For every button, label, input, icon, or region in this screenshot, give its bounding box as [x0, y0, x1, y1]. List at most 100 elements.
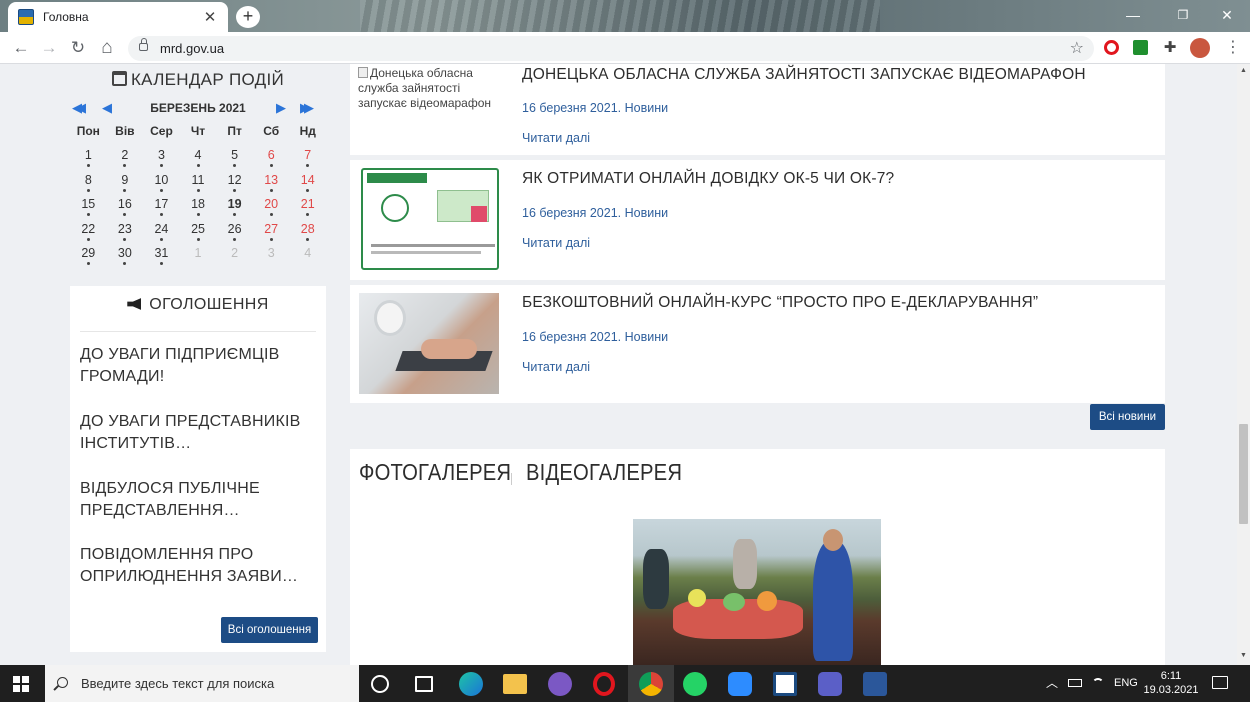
- opera-taskbar-icon[interactable]: [593, 672, 615, 696]
- profile-avatar[interactable]: [1190, 38, 1210, 58]
- calendar-day[interactable]: 27: [253, 222, 290, 246]
- calendar-day[interactable]: 4: [180, 148, 217, 172]
- calendar-day[interactable]: 7: [289, 148, 326, 172]
- calendar-day[interactable]: 9: [107, 173, 144, 197]
- reload-button[interactable]: ↻: [67, 37, 89, 59]
- document-app-icon[interactable]: [773, 672, 797, 696]
- calendar-day[interactable]: 24: [143, 222, 180, 246]
- back-button[interactable]: ←: [10, 37, 32, 59]
- minimize-button[interactable]: —: [1110, 4, 1156, 26]
- calendar-day: 2: [231, 245, 239, 260]
- window-close-button[interactable]: ✕: [1204, 4, 1250, 26]
- taskbar-search-box[interactable]: Введите здесь текст для поиска: [45, 665, 359, 702]
- calendar-day[interactable]: 25: [180, 222, 217, 246]
- tab-title: Головна: [43, 10, 89, 24]
- calendar-day[interactable]: 6: [253, 148, 290, 172]
- calendar-day[interactable]: 30: [107, 246, 144, 270]
- puzzle-icon[interactable]: ✚: [1161, 39, 1179, 57]
- scrollbar-thumb[interactable]: [1239, 424, 1248, 524]
- all-news-button[interactable]: Всі новини: [1090, 404, 1165, 430]
- calendar-day[interactable]: 14: [289, 173, 326, 197]
- read-more-link[interactable]: Читати далі: [522, 236, 590, 250]
- file-explorer-icon[interactable]: [503, 674, 527, 694]
- announcement-link[interactable]: ДО УВАГИ ПІДПРИЄМЦІВ ГРОМАДИ!: [80, 344, 316, 388]
- tab-video-gallery[interactable]: ВІДЕОГАЛЕРЕЯ: [526, 459, 682, 486]
- weekday-label: Сб: [263, 124, 280, 138]
- whatsapp-icon[interactable]: [683, 672, 707, 696]
- new-tab-button[interactable]: +: [236, 6, 260, 28]
- calendar-day[interactable]: 23: [107, 222, 144, 246]
- news-title[interactable]: ДОНЕЦЬКА ОБЛАСНА СЛУЖБА ЗАЙНЯТОСТІ ЗАПУС…: [522, 66, 1086, 84]
- opera-icon[interactable]: [1104, 40, 1119, 55]
- teams-icon[interactable]: [818, 672, 842, 696]
- bookmark-star-icon[interactable]: ☆: [1070, 36, 1084, 61]
- tab-close-icon[interactable]: ✕: [202, 8, 218, 26]
- calendar-day[interactable]: 1: [70, 148, 107, 172]
- taskbar-clock[interactable]: 6:11 19.03.2021: [1140, 669, 1202, 697]
- next-year-arrow-icon[interactable]: ▶▶: [300, 100, 314, 116]
- announcement-link[interactable]: ПОВІДОМЛЕННЯ ПРО ОПРИЛЮДНЕННЯ ЗАЯВИ…: [80, 544, 316, 588]
- calendar-day[interactable]: 29: [70, 246, 107, 270]
- notifications-icon[interactable]: [1212, 676, 1228, 689]
- wifi-icon[interactable]: [1092, 678, 1104, 690]
- prev-month-arrow-icon[interactable]: ◀: [102, 100, 112, 116]
- weekday-label: Вів: [115, 124, 135, 138]
- maximize-button[interactable]: ❐: [1160, 4, 1206, 26]
- calendar-day[interactable]: 17: [143, 197, 180, 221]
- forward-button[interactable]: →: [38, 37, 60, 59]
- page-scrollbar[interactable]: ▲ ▼: [1237, 64, 1250, 665]
- calendar-day[interactable]: 13: [253, 173, 290, 197]
- calendar-grid: Пон Вів Сер Чт Пт Сб Нд 1 2 3 4 5 6 7 8 9 10 11 12 13 14 15 16…: [70, 124, 326, 270]
- calendar-day[interactable]: 31: [143, 246, 180, 270]
- chrome-icon[interactable]: [639, 672, 663, 696]
- calendar-day[interactable]: 8: [70, 173, 107, 197]
- read-more-link[interactable]: Читати далі: [522, 131, 590, 145]
- edge-icon[interactable]: [459, 672, 483, 696]
- lock-icon[interactable]: [139, 38, 148, 51]
- news-title[interactable]: БЕЗКОШТОВНИЙ ОНЛАЙН-КУРС “ПРОСТО ПРО Е-Д…: [522, 294, 1038, 312]
- calendar-day[interactable]: 2: [107, 148, 144, 172]
- calendar-day[interactable]: 19: [216, 197, 253, 221]
- cortana-icon[interactable]: [371, 675, 389, 693]
- menu-icon[interactable]: ⋮: [1224, 39, 1242, 57]
- divider: [80, 331, 316, 332]
- next-month-arrow-icon[interactable]: ▶: [276, 100, 286, 116]
- green-extension-icon[interactable]: [1133, 40, 1148, 55]
- all-announcements-button[interactable]: Всі оголошення: [221, 617, 318, 643]
- calendar-day[interactable]: 10: [143, 173, 180, 197]
- word-icon[interactable]: [863, 672, 887, 696]
- tab-photo-gallery[interactable]: ФОТОГАЛЕРЕЯ: [359, 459, 511, 486]
- tray-chevron-icon[interactable]: ︿: [1046, 665, 1058, 702]
- zoom-icon[interactable]: [728, 672, 752, 696]
- calendar-day[interactable]: 11: [180, 173, 217, 197]
- windows-start-icon[interactable]: [13, 676, 29, 692]
- calendar-day[interactable]: 16: [107, 197, 144, 221]
- task-view-icon[interactable]: [415, 676, 433, 692]
- news-title[interactable]: ЯК ОТРИМАТИ ОНЛАЙН ДОВІДКУ ОК-5 ЧИ ОК-7?: [522, 170, 894, 188]
- home-button[interactable]: ⌂: [96, 37, 118, 59]
- calendar-day[interactable]: 12: [216, 173, 253, 197]
- calendar-day[interactable]: 3: [143, 148, 180, 172]
- calendar-day[interactable]: 21: [289, 197, 326, 221]
- calendar-day[interactable]: 15: [70, 197, 107, 221]
- news-thumbnail-pension-fund[interactable]: [361, 168, 499, 270]
- announcement-link[interactable]: ДО УВАГИ ПРЕДСТАВНИКІВ ІНСТИТУТІВ…: [80, 411, 316, 455]
- calendar-day[interactable]: 22: [70, 222, 107, 246]
- calendar-day[interactable]: 18: [180, 197, 217, 221]
- language-indicator[interactable]: ENG: [1114, 665, 1138, 702]
- calendar-day[interactable]: 20: [253, 197, 290, 221]
- news-thumbnail-keyboard-photo[interactable]: [359, 293, 499, 394]
- calendar-day[interactable]: 28: [289, 222, 326, 246]
- address-bar[interactable]: mrd.gov.ua ☆: [128, 36, 1094, 61]
- calendar-day[interactable]: 26: [216, 222, 253, 246]
- viber-icon[interactable]: [548, 672, 572, 696]
- news-thumbnail-broken[interactable]: Донецька обласна служба зайнятості запус…: [358, 66, 498, 126]
- prev-year-arrow-icon[interactable]: ◀◀: [72, 100, 86, 116]
- read-more-link[interactable]: Читати далі: [522, 360, 590, 374]
- site-favicon-icon: [18, 9, 34, 25]
- battery-icon[interactable]: [1068, 679, 1082, 687]
- calendar-day[interactable]: 5: [216, 148, 253, 172]
- gallery-photo[interactable]: [633, 519, 881, 665]
- browser-tab-active[interactable]: Головна ✕: [8, 2, 228, 32]
- announcement-link[interactable]: ВІДБУЛОСЯ ПУБЛІЧНЕ ПРЕДСТАВЛЕННЯ…: [80, 478, 316, 522]
